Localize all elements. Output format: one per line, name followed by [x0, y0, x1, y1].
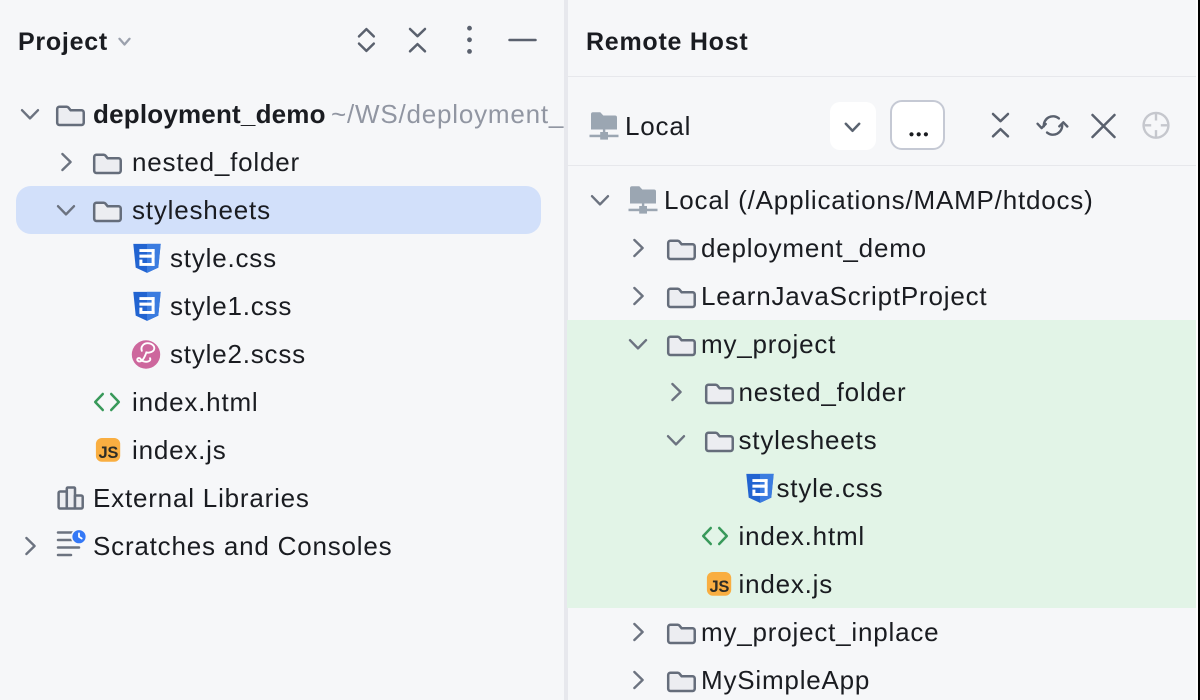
svg-text:JS: JS	[99, 444, 119, 462]
svg-text:JS: JS	[710, 578, 730, 596]
